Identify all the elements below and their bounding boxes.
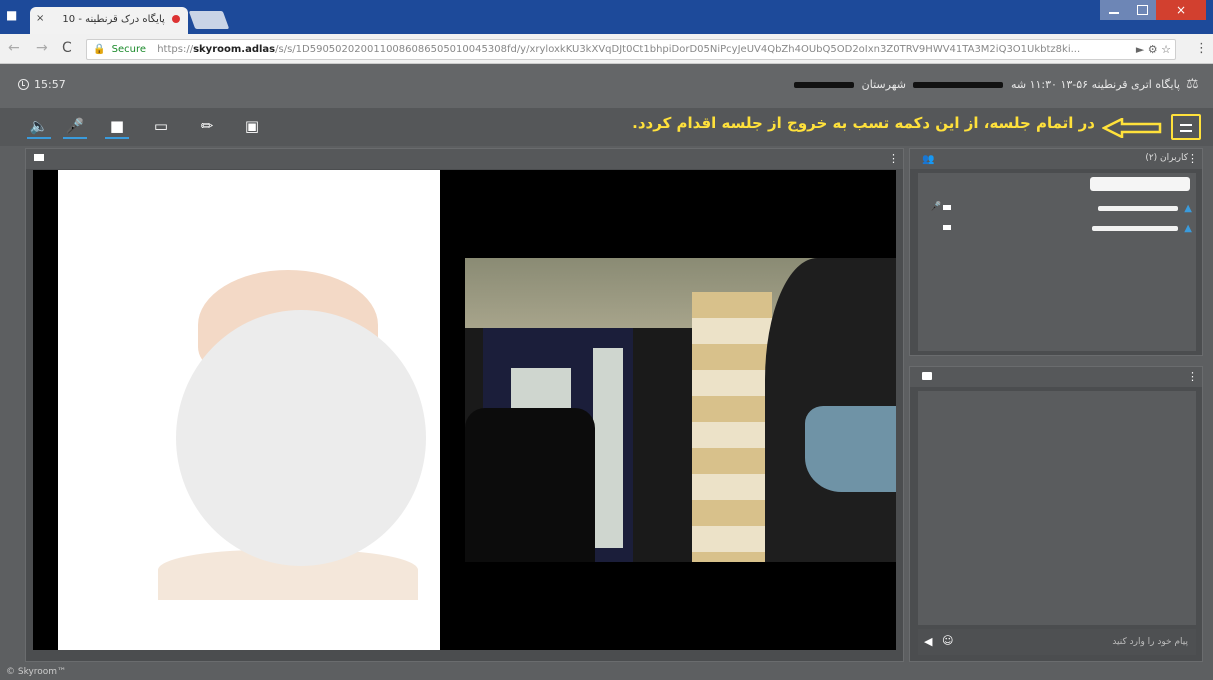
session-title: پایگاه اتری قرنطینه ۵۶-۱۳ ۱۱:۳۰ شه شهرست… <box>760 78 1180 91</box>
remote-video-feed <box>58 170 440 650</box>
chat-input-placeholder: پیام خود را وارد کنید <box>1112 637 1188 647</box>
browser-tab[interactable]: × پایگاه درک قرنطینه - 10 <box>30 7 188 34</box>
local-video-feed <box>465 258 896 562</box>
chat-icon <box>922 372 932 380</box>
users-panel: 👥 کاربران (۲) ⋮ 🎤 ▲ ▲ <box>909 148 1203 356</box>
users-panel-title: کاربران (۲) <box>1145 153 1188 163</box>
chat-panel-header: ⋮ <box>910 367 1202 387</box>
emoji-icon[interactable]: ☺ <box>942 634 953 647</box>
video-panel: ⋮ <box>25 148 904 662</box>
scales-logo-icon: ⚖ <box>1186 76 1199 92</box>
clock-time: 15:57 <box>34 78 66 91</box>
blurred-face <box>176 310 426 566</box>
clock-icon <box>18 79 29 90</box>
chat-input[interactable]: ◀ ☺ پیام خود را وارد کنید <box>918 629 1196 655</box>
mic-icon: 🎤 <box>930 202 942 212</box>
user-icon: ▲ <box>1184 223 1192 234</box>
users-panel-header: 👥 کاربران (۲) ⋮ <box>910 149 1202 169</box>
redacted-name <box>1092 226 1178 231</box>
chat-panel: ⋮ ◀ ☺ پیام خود را وارد کنید <box>909 366 1203 662</box>
address-bar[interactable]: 🔒 Secure https://skyroom.adlas/s/s/1D590… <box>86 39 1176 60</box>
users-icon: 👥 <box>922 154 935 165</box>
user-row[interactable]: 🎤 ▲ <box>918 202 1196 216</box>
camera-icon <box>943 225 951 230</box>
users-list: 🎤 ▲ ▲ <box>918 173 1196 351</box>
browser-tab-bar: ■ × پایگاه درک قرنطینه - 10 × <box>0 0 1213 34</box>
annotation-text: در اتمام جلسه، از این دکمه تسب به خروج ا… <box>632 114 1095 132</box>
mic-icon[interactable]: 🎤 <box>63 115 87 139</box>
video-panel-header: ⋮ <box>26 149 903 169</box>
user-icon: ▲ <box>1184 203 1192 214</box>
app-header: 15:57 پایگاه اتری قرنطینه ۵۶-۱۳ ۱۱:۳۰ شه… <box>0 64 1213 108</box>
tab-close-icon[interactable]: × <box>36 13 44 24</box>
forward-button[interactable]: → <box>36 40 48 56</box>
redacted-block <box>1090 177 1190 191</box>
footer-brand: © Skyroom™ <box>6 667 67 677</box>
window-close-button[interactable]: × <box>1156 0 1206 20</box>
tab-favicon-icon <box>172 15 180 23</box>
session-clock: 15:57 <box>18 78 66 91</box>
kebab-icon[interactable]: ⋮ <box>1187 152 1198 165</box>
pen-icon[interactable]: ✏ <box>195 115 219 139</box>
url-host: skyroom.adlas <box>193 44 276 55</box>
extension-icons[interactable]: ► ⚙ ☆ <box>1136 43 1171 56</box>
browser-toolbar: ← → C 🔒 Secure https://skyroom.adlas/s/s… <box>0 34 1213 64</box>
video-stage <box>33 170 896 650</box>
face-mask <box>805 406 896 492</box>
hamburger-menu-icon[interactable] <box>1171 114 1201 140</box>
video-chair <box>465 408 595 562</box>
redacted-block <box>913 82 1004 88</box>
video-camera-icon <box>34 154 44 161</box>
window-minimize-button[interactable] <box>1100 0 1128 20</box>
window-pane <box>593 348 623 548</box>
speaker-icon[interactable]: 🔈 <box>27 115 51 139</box>
redacted-block <box>794 82 855 88</box>
screen-share-icon[interactable]: ▭ <box>149 115 173 139</box>
camera-icon[interactable]: ■ <box>105 115 129 139</box>
back-button[interactable]: ← <box>8 40 20 56</box>
video-curtain <box>692 292 772 562</box>
profile-icon[interactable]: ■ <box>6 8 18 24</box>
record-icon[interactable]: ▣ <box>240 115 264 139</box>
kebab-icon[interactable]: ⋮ <box>1187 370 1198 383</box>
reload-button[interactable]: C <box>62 40 72 56</box>
browser-menu-button[interactable]: ⋮ <box>1195 41 1208 56</box>
kebab-icon[interactable]: ⋮ <box>888 152 899 165</box>
tab-title: پایگاه درک قرنطینه - 10 <box>62 14 165 25</box>
arrow-left-icon <box>1102 118 1162 138</box>
url-path: /s/s/1D5905020200110086086505010045308fd… <box>275 44 1081 55</box>
url-scheme: https:// <box>157 44 194 55</box>
camera-icon <box>943 205 951 210</box>
redacted-name <box>1098 206 1178 211</box>
chat-messages <box>918 391 1196 625</box>
secure-label: Secure <box>111 44 147 55</box>
session-title-start: پایگاه اتری قرنطینه ۵۶-۱۳ ۱۱:۳۰ شه <box>1010 78 1180 91</box>
lock-icon: 🔒 <box>93 44 106 55</box>
new-tab-button[interactable] <box>188 11 230 29</box>
user-row[interactable]: ▲ <box>918 222 1196 236</box>
window-maximize-button[interactable] <box>1128 0 1156 20</box>
session-title-mid: شهرستان <box>861 78 906 91</box>
session-toolbar: 🔈 🎤 ■ ▭ ✏ ▣ در اتمام جلسه، از این دکمه ت… <box>0 108 1213 146</box>
send-icon[interactable]: ◀ <box>924 635 932 648</box>
